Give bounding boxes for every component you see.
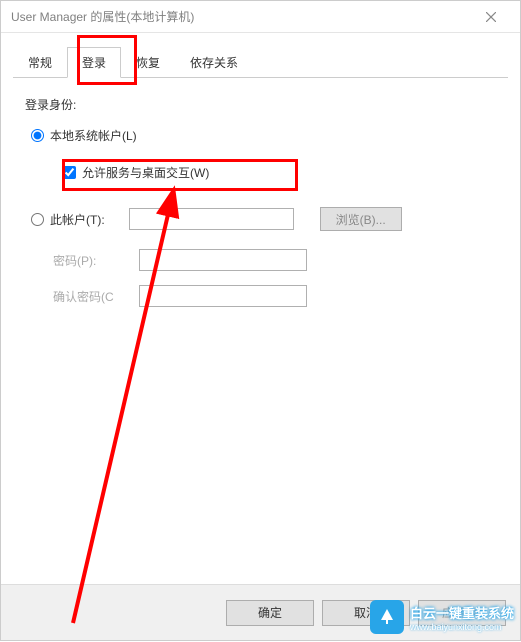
tab-general[interactable]: 常规 (13, 47, 67, 77)
confirm-password-input[interactable] (139, 285, 307, 307)
password-input[interactable] (139, 249, 307, 271)
login-identity-label: 登录身份: (25, 96, 496, 113)
close-icon (486, 12, 496, 22)
tab-dependencies[interactable]: 依存关系 (175, 47, 253, 77)
watermark-sub: www.baiyunxitong.com (410, 622, 514, 632)
tab-bar: 常规 登录 恢复 依存关系 (13, 47, 508, 78)
password-label: 密码(P): (53, 252, 139, 269)
dialog-window: User Manager 的属性(本地计算机) 常规 登录 恢复 依存关系 登录… (0, 0, 521, 641)
watermark-icon (370, 600, 404, 634)
login-tab-panel: 登录身份: 本地系统帐户(L) 允许服务与桌面交互(W) 此帐户(T): 浏览(… (13, 78, 508, 307)
local-system-radio[interactable] (31, 129, 44, 142)
password-row: 密码(P): (53, 249, 496, 271)
watermark-text: 白云一键重装系统 www.baiyunxitong.com (410, 603, 514, 632)
watermark: 白云一键重装系统 www.baiyunxitong.com (370, 600, 514, 634)
this-account-input[interactable] (129, 208, 294, 230)
local-system-label: 本地系统帐户(L) (50, 127, 137, 144)
this-account-row[interactable]: 此帐户(T): 浏览(B)... (31, 207, 496, 231)
allow-desktop-row[interactable]: 允许服务与桌面交互(W) (53, 156, 496, 189)
confirm-password-label: 确认密码(C (53, 288, 139, 305)
allow-desktop-label: 允许服务与桌面交互(W) (82, 164, 209, 181)
tab-recovery[interactable]: 恢复 (121, 47, 175, 77)
local-system-row[interactable]: 本地系统帐户(L) (31, 127, 496, 144)
ok-button[interactable]: 确定 (226, 600, 314, 626)
tab-login[interactable]: 登录 (67, 47, 121, 78)
content-area: 常规 登录 恢复 依存关系 登录身份: 本地系统帐户(L) 允许服务与桌面交互(… (1, 33, 520, 584)
window-title: User Manager 的属性(本地计算机) (11, 8, 472, 25)
close-button[interactable] (472, 1, 510, 33)
watermark-main: 白云一键重装系统 (410, 603, 514, 622)
this-account-label: 此帐户(T): (50, 211, 105, 228)
confirm-password-row: 确认密码(C (53, 285, 496, 307)
titlebar: User Manager 的属性(本地计算机) (1, 1, 520, 33)
this-account-radio[interactable] (31, 213, 44, 226)
browse-button: 浏览(B)... (320, 207, 402, 231)
allow-desktop-checkbox[interactable] (63, 166, 76, 179)
